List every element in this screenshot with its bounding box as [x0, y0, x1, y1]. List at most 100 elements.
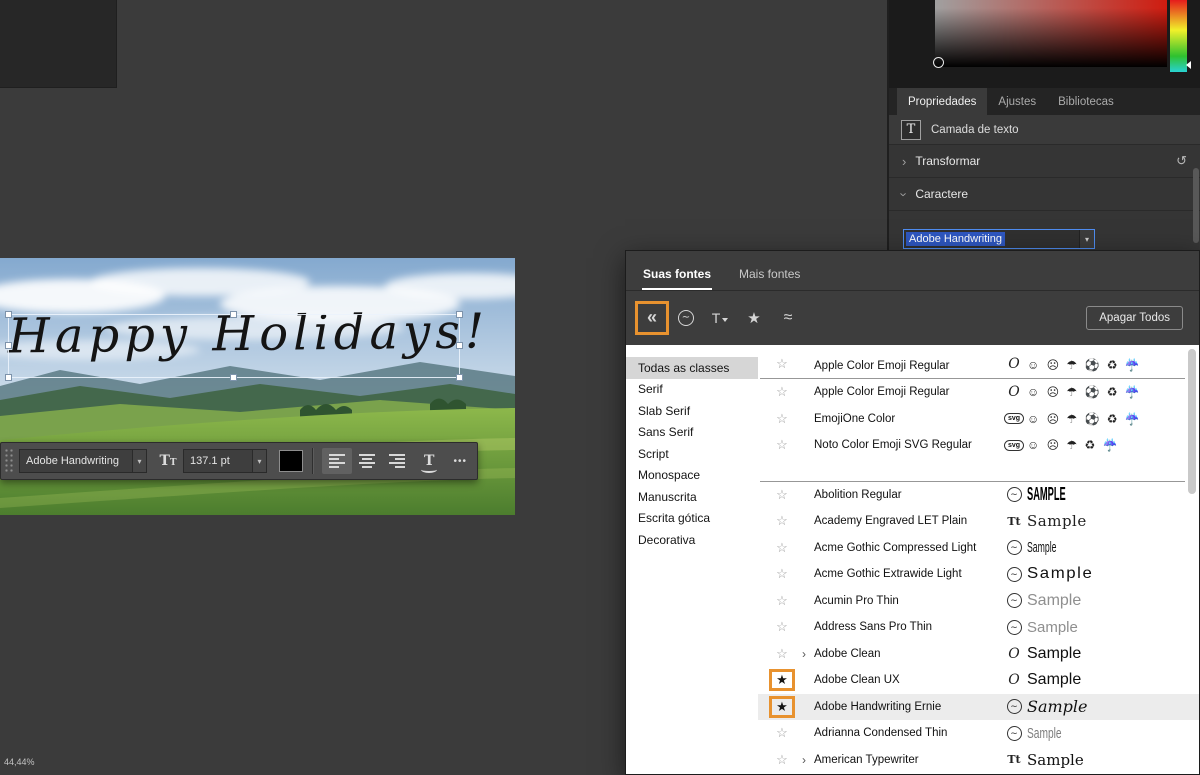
panel-scrollbar[interactable] [1193, 168, 1199, 243]
transform-handle[interactable] [5, 342, 12, 349]
favorite-star-icon[interactable]: ☆ [768, 513, 796, 529]
font-row-selected[interactable]: ★ Adobe Handwriting Ernie ∼ Sample [758, 694, 1199, 721]
chevron-down-icon[interactable]: ▾ [1079, 230, 1094, 248]
chevron-down-icon[interactable]: › [897, 192, 912, 196]
transform-handle[interactable] [230, 374, 237, 381]
tab-mais-fontes[interactable]: Mais fontes [738, 267, 801, 290]
favorite-star-icon[interactable]: ☆ [768, 646, 796, 662]
favorite-star-icon[interactable]: ☆ [768, 725, 796, 741]
favorite-star-icon[interactable]: ☆ [768, 752, 796, 768]
font-row[interactable]: ☆ Abolition Regular ∼ SAMPLE [758, 482, 1199, 509]
font-name: Acme Gothic Extrawide Light [812, 568, 1001, 580]
favorite-star-icon[interactable]: ☆ [768, 619, 796, 635]
warp-text-icon[interactable]: T [424, 453, 434, 469]
clear-all-filters-button[interactable]: Apagar Todos [1086, 306, 1183, 330]
zoom-level[interactable]: 44,44% [4, 757, 35, 767]
hue-slider-handle[interactable] [1186, 61, 1191, 69]
chevron-down-icon[interactable]: ▾ [252, 450, 266, 472]
hue-slider[interactable] [1170, 0, 1187, 72]
favorite-star-icon[interactable]: ☆ [768, 384, 796, 400]
favorite-star-icon[interactable]: ☆ [768, 411, 796, 427]
reset-transform-icon[interactable]: ↺ [1176, 153, 1187, 169]
align-center-button[interactable] [352, 448, 382, 474]
font-type-filter-button[interactable]: T [707, 305, 733, 331]
collapse-panel-button[interactable]: « [639, 305, 665, 331]
font-sample: Sample [1027, 751, 1084, 769]
tab-propriedades[interactable]: Propriedades [897, 88, 987, 115]
chevron-down-icon[interactable]: ▾ [132, 450, 146, 472]
color-picker-cursor[interactable] [933, 57, 944, 68]
disclosure-chevron-icon[interactable]: › [796, 647, 812, 661]
favorite-star-icon[interactable]: ☆ [768, 437, 796, 453]
favorite-star-icon[interactable]: ☆ [768, 356, 796, 372]
align-right-button[interactable] [382, 448, 412, 474]
class-item-sans-serif[interactable]: Sans Serif [626, 422, 758, 444]
class-item-monospace[interactable]: Monospace [626, 465, 758, 487]
character-font-family-field[interactable]: Adobe Handwriting ▾ [903, 229, 1095, 249]
drag-grip-icon[interactable] [4, 448, 13, 474]
transform-handle[interactable] [5, 374, 12, 381]
class-item-script[interactable]: Script [626, 443, 758, 465]
layer-type-label: Camada de texto [931, 124, 1019, 136]
transform-handle[interactable] [230, 311, 237, 318]
font-row[interactable]: ☆ Acme Gothic Compressed Light ∼ Sample [758, 535, 1199, 562]
font-row[interactable]: ☆ › Adobe Clean O Sample [758, 641, 1199, 668]
color-picker-area [889, 0, 1200, 88]
font-row[interactable]: ☆ Noto Color Emoji SVG Regular svg ☺ ☹ ☂… [758, 432, 1199, 459]
transform-handle[interactable] [456, 311, 463, 318]
font-row[interactable]: ☆ Academy Engraved LET Plain Tt Sample [758, 508, 1199, 535]
saturation-brightness-field[interactable] [935, 0, 1167, 67]
class-item-todas[interactable]: Todas as classes [626, 357, 758, 379]
favorite-star-icon-annotated[interactable]: ★ [768, 672, 796, 688]
more-options-button[interactable]: ••• [453, 456, 467, 467]
font-row[interactable]: ☆ Apple Color Emoji Regular O ☺ ☹ ☂ ⚽ ♻ … [758, 379, 1199, 406]
favorite-star-icon[interactable]: ☆ [768, 540, 796, 556]
font-row[interactable]: ☆ EmojiOne Color svg ☺ ☹ ☂ ⚽ ♻ ☔ [758, 406, 1199, 433]
text-color-swatch[interactable] [279, 450, 303, 472]
tab-suas-fontes[interactable]: Suas fontes [642, 267, 712, 290]
font-family-dropdown[interactable]: Adobe Handwriting ▾ [19, 449, 147, 473]
transform-handle[interactable] [5, 311, 12, 318]
tab-bibliotecas[interactable]: Bibliotecas [1047, 88, 1125, 115]
favorite-star-icon[interactable]: ☆ [768, 487, 796, 503]
character-section-header[interactable]: › Caractere [889, 178, 1200, 211]
class-item-manuscrita[interactable]: Manuscrita [626, 486, 758, 508]
font-list-scrollbar[interactable] [1188, 349, 1196, 494]
disclosure-chevron-icon[interactable]: › [796, 753, 812, 767]
font-row[interactable]: ☆ Acumin Pro Thin ∼ Sample [758, 588, 1199, 615]
font-row[interactable]: ★ Adobe Clean UX O Sample [758, 667, 1199, 694]
font-row[interactable]: ☆ Acme Gothic Extrawide Light ∼ Sample [758, 561, 1199, 588]
font-row[interactable]: ☆ Address Sans Pro Thin ∼ Sample [758, 614, 1199, 641]
class-item-escrita-gotica[interactable]: Escrita gótica [626, 508, 758, 530]
font-row[interactable]: ☆ Adrianna Condensed Thin ∼ Sample [758, 720, 1199, 747]
transform-handle[interactable] [456, 342, 463, 349]
font-name: Adrianna Condensed Thin [812, 727, 1001, 739]
font-sample: Sample [1027, 539, 1056, 556]
toolbar-separator [312, 448, 313, 474]
font-family-value: Adobe Handwriting [20, 455, 132, 467]
class-item-slab-serif[interactable]: Slab Serif [626, 400, 758, 422]
font-list: ☆ Apple Color Emoji Regular O ☺ ☹ ☂ ⚽ ♻ … [758, 345, 1199, 774]
font-row[interactable]: ☆ › American Typewriter Tt Sample [758, 747, 1199, 774]
tab-ajustes[interactable]: Ajustes [987, 88, 1047, 115]
font-size-dropdown[interactable]: 137.1 pt ▾ [183, 449, 267, 473]
favorites-filter-button[interactable]: ★ [741, 305, 767, 331]
transform-handle[interactable] [456, 374, 463, 381]
favorite-star-icon-annotated[interactable]: ★ [768, 699, 796, 715]
align-left-button[interactable] [322, 448, 352, 474]
favorite-star-icon[interactable]: ☆ [768, 593, 796, 609]
favorite-star-icon[interactable]: ☆ [768, 566, 796, 582]
adobe-fonts-icon: ∼ [1007, 487, 1022, 502]
transform-section-header[interactable]: › Transformar ↺ [889, 145, 1200, 178]
similar-fonts-filter-button[interactable]: ∼ [673, 305, 699, 331]
chevron-right-icon[interactable]: › [902, 154, 906, 169]
text-selection-bounding-box[interactable] [8, 314, 460, 378]
font-name: Abolition Regular [812, 489, 1001, 501]
font-row[interactable]: ☆ Apple Color Emoji Regular O ☺ ☹ ☂ ⚽ ♻ … [758, 345, 1199, 378]
font-name: Academy Engraved LET Plain [812, 515, 1001, 527]
class-item-decorativa[interactable]: Decorativa [626, 529, 758, 551]
toolbar-dock-area [0, 0, 117, 88]
similarity-filter-button[interactable]: ≈ [775, 305, 801, 331]
class-item-serif[interactable]: Serif [626, 379, 758, 401]
font-sample: Sample [1027, 512, 1087, 530]
